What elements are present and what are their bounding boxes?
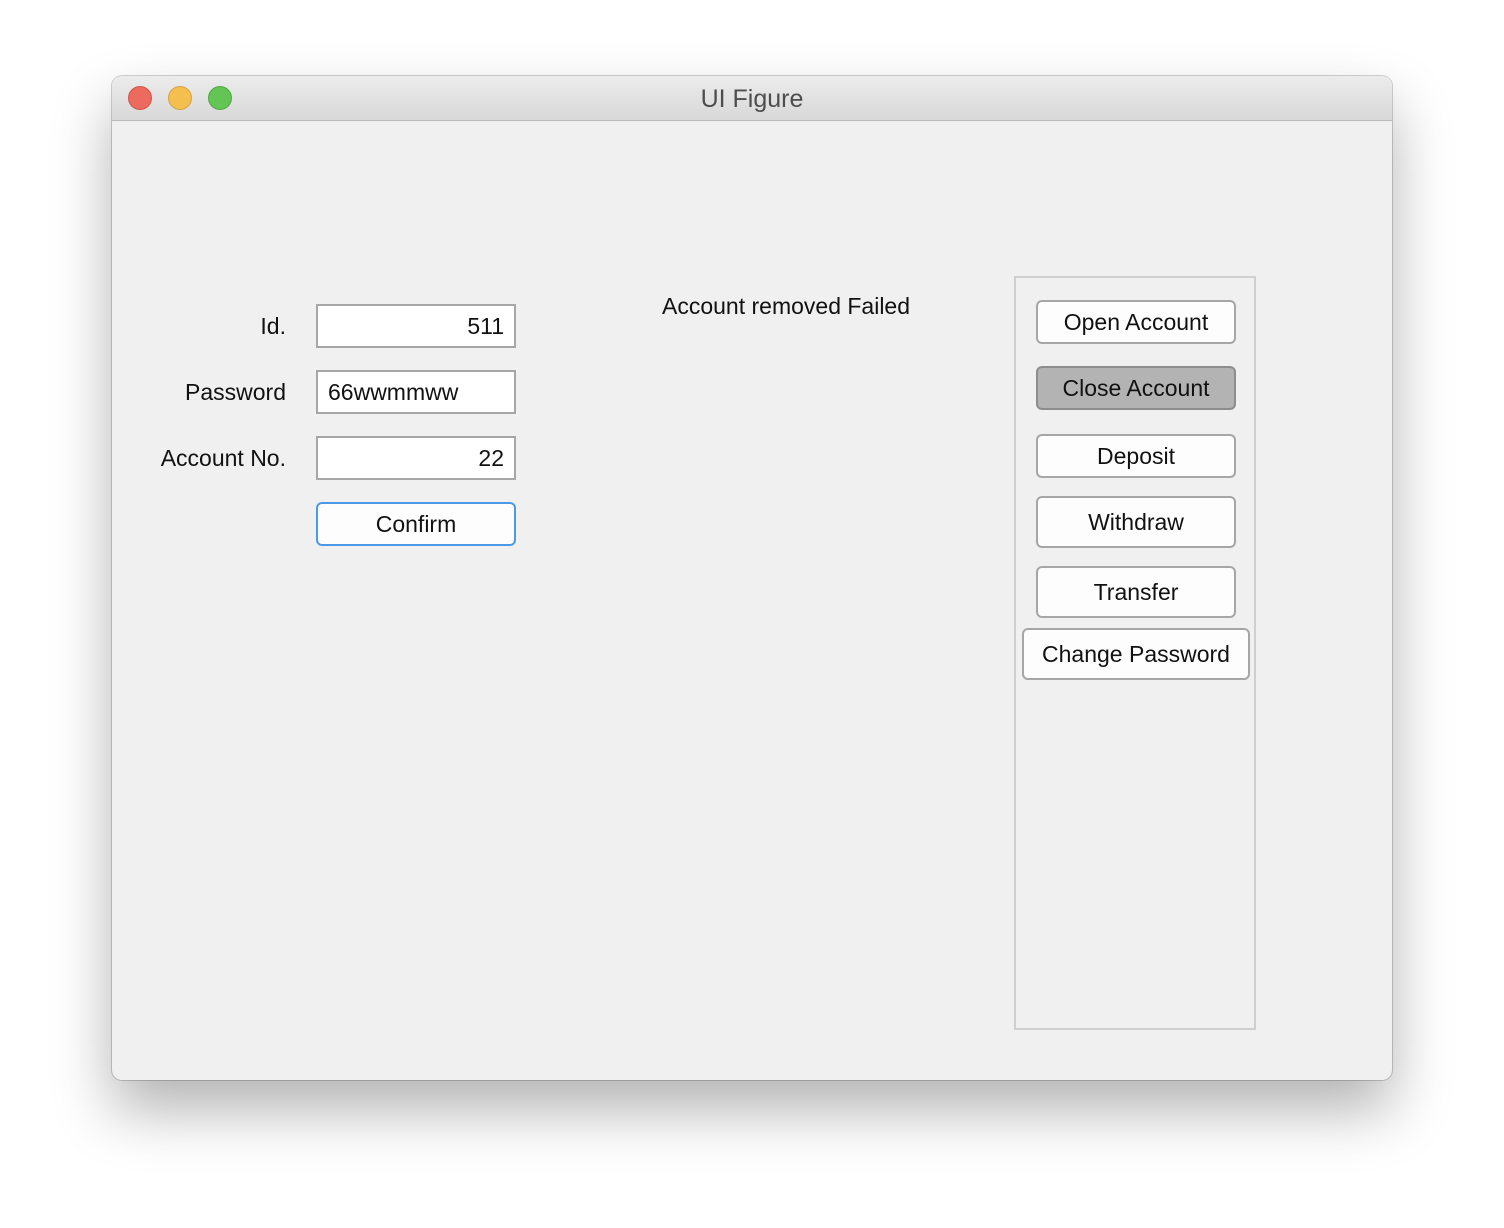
account-number-label: Account No. — [160, 445, 286, 471]
window-title: UI Figure — [700, 85, 804, 113]
status-message: Account removed Failed — [662, 293, 911, 319]
title-bar[interactable]: UI Figure — [112, 76, 1392, 121]
password-field[interactable]: 66wwmmww — [316, 370, 516, 414]
password-label: Password — [185, 379, 286, 405]
open-account-button[interactable]: Open Account — [1036, 300, 1236, 344]
id-label: Id. — [260, 313, 286, 339]
account-number-field[interactable]: 22 — [316, 436, 516, 480]
deposit-button[interactable]: Deposit — [1036, 434, 1236, 478]
transfer-button[interactable]: Transfer — [1036, 566, 1236, 618]
withdraw-button[interactable]: Withdraw — [1036, 496, 1236, 548]
id-field[interactable]: 511 — [316, 304, 516, 348]
change-password-button[interactable]: Change Password — [1022, 628, 1250, 680]
app-window: UI Figure Id. 511 Password 66wwmmww Acco… — [112, 76, 1392, 1080]
confirm-button[interactable]: Confirm — [316, 502, 516, 546]
close-account-button[interactable]: Close Account — [1036, 366, 1236, 410]
